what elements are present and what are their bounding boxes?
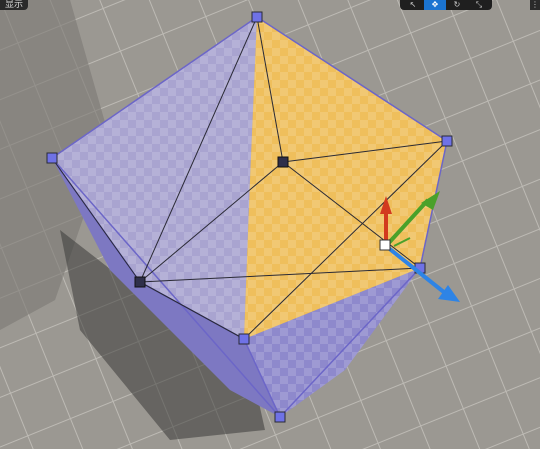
select-tool-button[interactable]: ↖	[402, 0, 424, 10]
vertex-handle[interactable]	[277, 156, 289, 168]
level-viewport[interactable]: 显示 ↖ ✥ ↻ ⤡ ⋮	[0, 0, 540, 449]
viewport-scene[interactable]	[0, 0, 540, 449]
viewport-show-menu[interactable]: 显示	[0, 0, 29, 10]
vertex-handle[interactable]	[251, 11, 263, 23]
vertex-handle[interactable]	[46, 152, 58, 164]
transform-tools: ↖ ✥ ↻ ⤡	[400, 0, 492, 10]
vertex-handle[interactable]	[441, 135, 453, 147]
vertex-handle[interactable]	[134, 276, 146, 288]
rotate-tool-button[interactable]: ↻	[446, 0, 468, 10]
vertex-handle[interactable]	[238, 333, 250, 345]
translate-tool-button[interactable]: ✥	[424, 0, 446, 10]
gizmo-center[interactable]	[379, 239, 391, 251]
vertex-handle[interactable]	[274, 411, 286, 423]
scale-tool-button[interactable]: ⤡	[468, 0, 490, 10]
more-options-icon[interactable]: ⋮	[530, 0, 540, 10]
